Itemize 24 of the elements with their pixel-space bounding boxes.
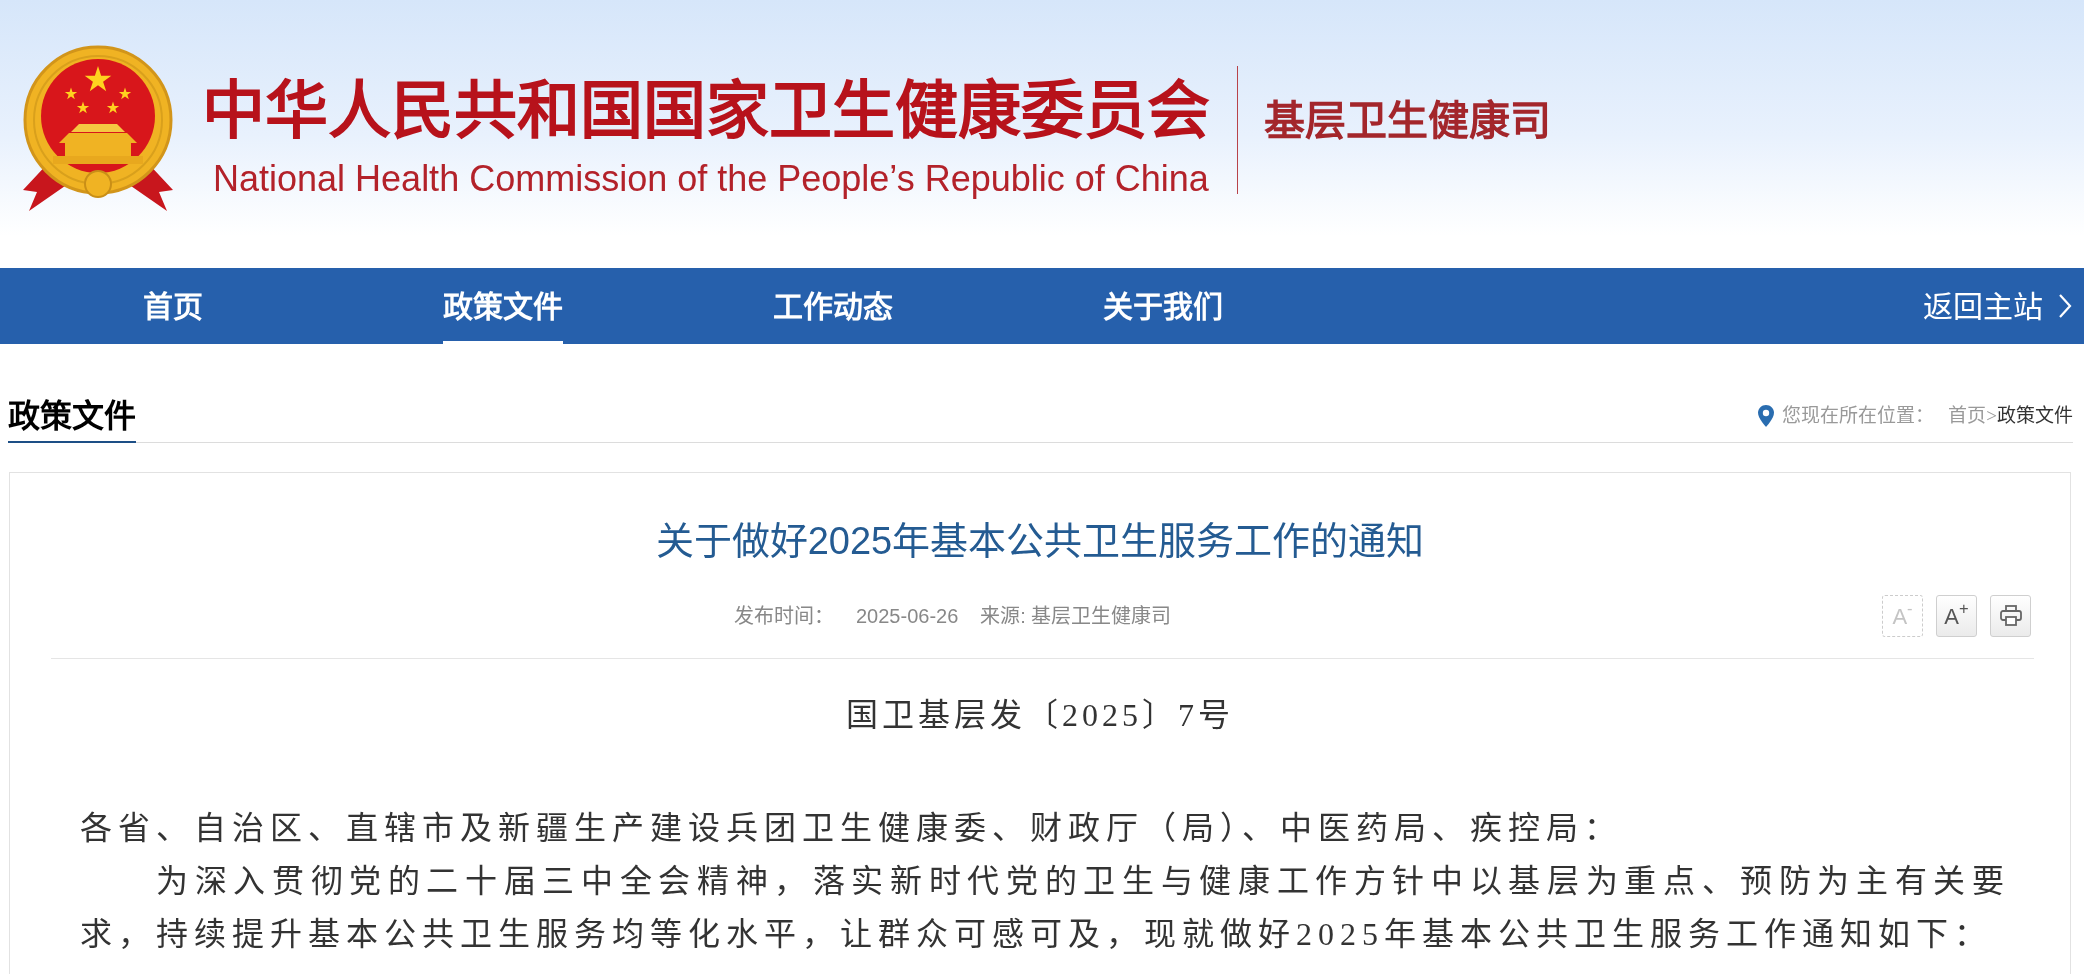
body-paragraph: 为深入贯彻党的二十届三中全会精神，落实新时代党的卫生与健康工作方针中以基层为重点、预防为主有关要求，持续提升基本公共卫生服务均等化水平，让群众可感可及，现就做好2025年基本公共卫生服务工作通知如下： [80, 862, 2010, 954]
site-subtitle: National Health Commission of the People’s Republic of China [213, 158, 1209, 200]
breadcrumb-label: 您现在所在位置： [1782, 404, 1935, 428]
site-title: 中华人民共和国国家卫生健康委员会 [202, 74, 1210, 146]
print-button[interactable] [1990, 595, 2031, 637]
source-text: 来源: 基层卫生健康司 [980, 604, 1172, 629]
publish-date-label: 发布时间： [734, 604, 834, 629]
nav-tab[interactable]: 政策文件 [443, 268, 563, 344]
article-title: 关于做好2025年基本公共卫生服务工作的通知 [655, 519, 1425, 564]
nav-tab[interactable]: 关于我们 [1103, 268, 1223, 344]
document-number: 国卫基层发〔2025〕7号 [846, 696, 1234, 735]
salutation-text: 各省、自治区、直辖市及新疆生产建设兵团卫生健康委、财政厅（局）、中医药局、疾控局： [80, 809, 1623, 848]
location-pin-icon [1758, 405, 1775, 427]
font-increase-button[interactable]: A$^{+}$ [1936, 595, 1977, 637]
department-name: 基层卫生健康司 [1264, 97, 1551, 145]
nav-tab[interactable]: 首页 [143, 268, 203, 344]
nav-tab[interactable]: 工作动态 [773, 268, 893, 344]
printer-icon [1998, 605, 2023, 627]
back-to-main-site-link[interactable]: 返回主站 [1923, 268, 2073, 344]
breadcrumb-separator: > [1986, 404, 1997, 428]
section-heading: 政策文件 [8, 396, 136, 443]
breadcrumb-link[interactable]: 政策文件 [1997, 404, 2073, 428]
publish-date: 2025-06-26 [856, 604, 959, 629]
chevron-right-icon [2057, 292, 2073, 320]
